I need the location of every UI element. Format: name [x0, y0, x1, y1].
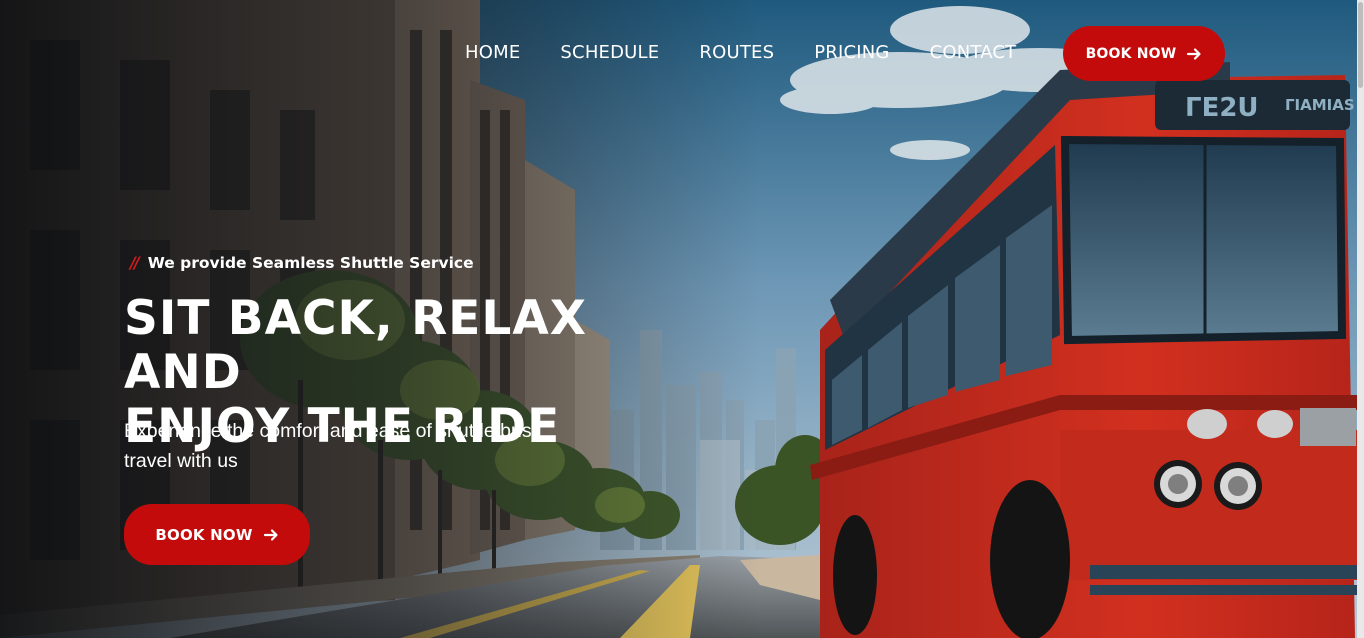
header-book-now-label: BOOK NOW	[1085, 45, 1177, 62]
page-scrollbar[interactable]	[1357, 0, 1364, 638]
hero-book-now-button[interactable]: BOOK NOW	[124, 504, 310, 565]
scrollbar-thumb[interactable]	[1358, 2, 1363, 88]
arrow-right-icon	[263, 528, 278, 541]
header-book-now-button[interactable]: BOOK NOW	[1063, 26, 1225, 81]
tagline-slash-mark: //	[130, 253, 140, 272]
nav-link-schedule[interactable]: SCHEDULE	[560, 38, 659, 68]
tagline-text: We provide Seamless Shuttle Service	[147, 253, 474, 272]
nav-link-pricing[interactable]: PRICING	[814, 38, 889, 68]
bus-route-sign: ΓΕ2U	[1185, 93, 1259, 123]
main-nav: HOME SCHEDULE ROUTES PRICING CONTACT	[465, 38, 1016, 68]
hero-book-now-label: BOOK NOW	[155, 525, 253, 544]
hero-headline-line1: SIT BACK, RELAX AND	[124, 291, 587, 400]
arrow-right-icon	[1187, 47, 1202, 60]
hero-section: ΓΕ2U ΓΙΑΜΙΑS HOME SCHEDULE ROUTES PRICIN…	[0, 0, 1364, 638]
hero-subtitle: Experience the comfort and ease of shutt…	[124, 420, 532, 472]
bus-destination-sign: ΓΙΑΜΙΑS	[1285, 96, 1355, 114]
nav-link-contact[interactable]: CONTACT	[930, 38, 1017, 68]
hero-tagline: // We provide Seamless Shuttle Service	[130, 253, 474, 272]
nav-link-home[interactable]: HOME	[465, 38, 520, 68]
nav-link-routes[interactable]: ROUTES	[699, 38, 774, 68]
